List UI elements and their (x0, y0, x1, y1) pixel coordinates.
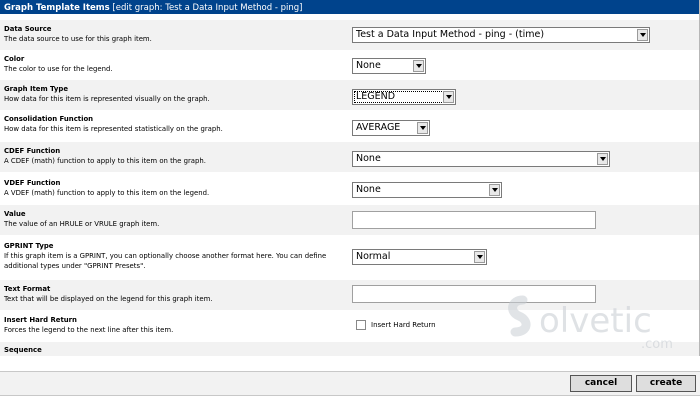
field-row-vdef-function: VDEF Function A VDEF (math) function to a… (0, 174, 699, 204)
field-row-insert-hard-return: Insert Hard Return Forces the legend to t… (0, 311, 699, 341)
panel-header: Graph Template Items [edit graph: Test a… (0, 0, 699, 17)
field-title: Text Format (4, 285, 51, 293)
color-value: None (356, 60, 381, 71)
field-description: Text that will be displayed on the legen… (4, 295, 213, 303)
field-row-value: Value The value of an HRULE or VRULE grap… (0, 205, 699, 235)
field-description: Forces the legend to the next line after… (4, 326, 174, 334)
cdef-function-value: None (356, 153, 381, 164)
field-title: CDEF Function (4, 147, 61, 155)
chevron-down-icon (597, 153, 608, 165)
field-row-consolidation-function: Consolidation Function How data for this … (0, 110, 699, 140)
graph-item-type-select[interactable]: LEGEND (352, 89, 456, 105)
chevron-down-icon (443, 91, 454, 103)
graph-item-type-value: LEGEND (356, 91, 396, 102)
text-format-input[interactable] (352, 285, 596, 303)
panel-title: Graph Template Items (4, 3, 110, 13)
field-description: A CDEF (math) function to apply to this … (4, 157, 206, 165)
chevron-down-icon (474, 251, 485, 263)
color-select[interactable]: None (352, 58, 426, 74)
field-title: GPRINT Type (4, 242, 54, 250)
field-description: How data for this item is represented st… (4, 125, 223, 133)
data-source-value: Test a Data Input Method - ping - (time) (356, 29, 545, 40)
field-description: How data for this item is represented vi… (4, 95, 210, 103)
insert-hard-return-checkbox[interactable] (356, 320, 366, 330)
field-description: The color to use for the legend. (4, 65, 113, 73)
field-description: A VDEF (math) function to apply to this … (4, 189, 210, 197)
gprint-type-select[interactable]: Normal (352, 249, 487, 265)
field-title: Value (4, 210, 26, 218)
field-row-data-source: Data Source The data source to use for th… (0, 20, 699, 50)
graph-template-items-panel: Graph Template Items [edit graph: Test a… (0, 0, 700, 356)
field-title: Graph Item Type (4, 85, 69, 93)
field-title: Sequence (4, 346, 42, 354)
vdef-function-value: None (356, 184, 381, 195)
field-title: VDEF Function (4, 179, 61, 187)
create-button[interactable]: create (636, 375, 696, 392)
field-description: The data source to use for this graph it… (4, 35, 152, 43)
consolidation-function-value: AVERAGE (356, 122, 401, 133)
field-row-sequence: Sequence (0, 342, 699, 356)
chevron-down-icon (489, 184, 500, 196)
field-row-cdef-function: CDEF Function A CDEF (math) function to a… (0, 142, 699, 172)
panel-subtitle: [edit graph: Test a Data Input Method - … (112, 3, 303, 13)
data-source-select[interactable]: Test a Data Input Method - ping - (time) (352, 27, 650, 43)
field-title: Data Source (4, 25, 52, 33)
field-title: Consolidation Function (4, 115, 94, 123)
value-input[interactable] (352, 211, 596, 229)
field-description: The value of an HRULE or VRULE graph ite… (4, 220, 160, 228)
cancel-button[interactable]: cancel (570, 375, 632, 392)
chevron-down-icon (413, 60, 424, 72)
field-row-color: Color The color to use for the legend. No… (0, 50, 699, 80)
insert-hard-return-label[interactable]: Insert Hard Return (371, 320, 436, 330)
cdef-function-select[interactable]: None (352, 151, 610, 167)
field-title: Insert Hard Return (4, 316, 77, 324)
field-row-gprint-type: GPRINT Type If this graph item is a GPRIN… (0, 237, 699, 279)
field-description: If this graph item is a GPRINT, you can … (4, 252, 327, 270)
vdef-function-select[interactable]: None (352, 182, 502, 198)
chevron-down-icon (417, 122, 428, 134)
field-row-graph-item-type: Graph Item Type How data for this item is… (0, 80, 699, 110)
gprint-type-value: Normal (356, 251, 391, 262)
field-row-text-format: Text Format Text that will be displayed o… (0, 280, 699, 310)
chevron-down-icon (637, 29, 648, 41)
field-title: Color (4, 55, 25, 63)
consolidation-function-select[interactable]: AVERAGE (352, 120, 430, 136)
